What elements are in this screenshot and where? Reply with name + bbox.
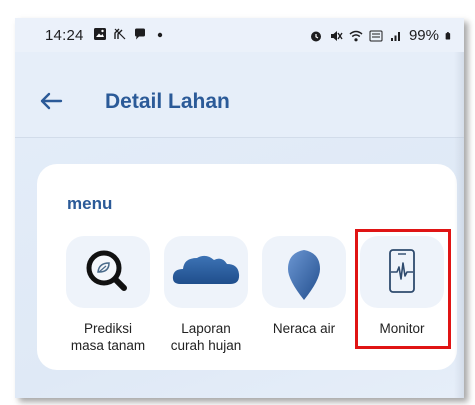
menu-tile[interactable] [262,236,346,308]
battery-icon [445,31,451,40]
menu-tile[interactable] [66,236,150,308]
status-bar: 14:24 99% [15,18,464,52]
wifi-icon [349,30,363,41]
magnifier-leaf-icon [86,250,127,291]
menu-item-label: Prediksi masa tanam [70,321,146,353]
app-bar: Detail Lahan [15,52,464,138]
arrow-left-icon[interactable] [39,92,63,110]
monitor-highlight-box [355,229,451,349]
volte-icon [369,30,383,41]
menu-tile[interactable] [164,236,248,308]
phone-screen: 14:24 99% Detail Lahan menu Prediksi mas… [15,18,464,398]
status-right-icons: 99% [309,27,454,44]
status-time: 14:24 [45,27,84,44]
menu-item-neraca-air[interactable]: Neraca air [259,236,349,337]
page-title: Detail Lahan [105,90,230,113]
chat-bubble-icon [135,28,145,40]
gallery-icon [94,28,106,40]
menu-item-prediksi-masa-tanam[interactable]: Prediksi masa tanam [63,236,153,354]
muted-notification-icon [114,28,126,40]
screen-edge-shade [454,52,464,398]
menu-title: menu [67,194,113,213]
alarm-icon [310,31,321,41]
dot-icon [157,32,163,38]
menu-item-label: Neraca air [272,321,336,336]
water-drop-icon [288,250,320,300]
battery-percent: 99% [408,27,439,44]
signal-icon [390,31,400,41]
cloud-icon [172,255,240,284]
menu-item-laporan-curah-hujan[interactable]: Laporan curah hujan [161,236,251,354]
mute-icon [330,30,343,41]
status-left-icons [93,27,167,41]
menu-item-label: Laporan curah hujan [170,321,242,353]
